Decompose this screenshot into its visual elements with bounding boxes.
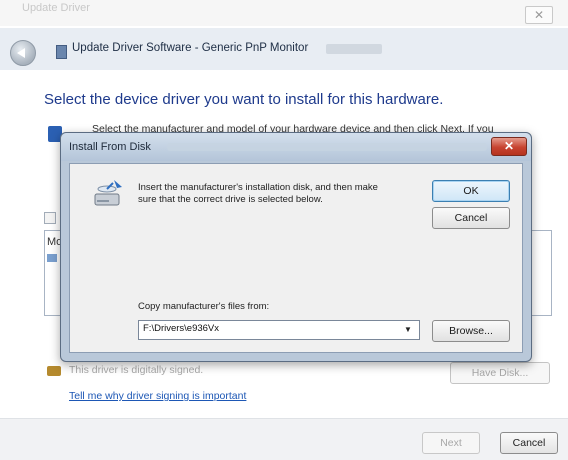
cancel-button[interactable]: Cancel [500,432,558,454]
driver-signed-icon [47,366,61,376]
wizard-title: Update Driver Software - Generic PnP Mon… [72,42,309,54]
next-button[interactable]: Next [422,432,480,454]
back-arrow-icon[interactable] [10,40,36,66]
monitor-driver-icon [56,45,67,59]
install-from-disk-dialog: Install From Disk ✕ Insert the manufactu… [60,132,532,362]
wizard-footer [0,418,568,460]
outer-close-button[interactable]: ✕ [525,6,553,24]
dialog-titlebar-blur [167,143,487,151]
dialog-message: Insert the manufacturer's installation d… [138,182,378,205]
path-combobox[interactable]: F:\Drivers\e936Vx ▼ [138,320,420,340]
driver-signed-text: This driver is digitally signed. [69,364,204,376]
outer-window-titlebar: Update Driver [0,0,568,26]
model-list-item-icon [47,254,57,262]
install-disk-icon [94,180,122,206]
dialog-cancel-button[interactable]: Cancel [432,207,510,229]
browse-button[interactable]: Browse... [432,320,510,342]
dialog-title: Install From Disk [69,141,151,153]
chevron-down-icon[interactable]: ▼ [401,324,415,336]
show-compatible-checkbox[interactable] [44,212,56,224]
ok-button[interactable]: OK [432,180,510,202]
dialog-close-button[interactable]: ✕ [491,137,527,156]
dialog-body: Insert the manufacturer's installation d… [69,163,523,353]
path-value[interactable]: F:\Drivers\e936Vx [143,323,219,334]
page-heading: Select the device driver you want to ins… [44,91,444,108]
titlebar-blur [326,44,382,54]
dialog-titlebar[interactable]: Install From Disk ✕ [61,133,531,161]
outer-window-title: Update Driver [22,2,90,14]
copy-files-label: Copy manufacturer's files from: [138,301,270,312]
have-disk-button[interactable]: Have Disk... [450,362,550,384]
driver-signing-link[interactable]: Tell me why driver signing is important [69,390,246,402]
